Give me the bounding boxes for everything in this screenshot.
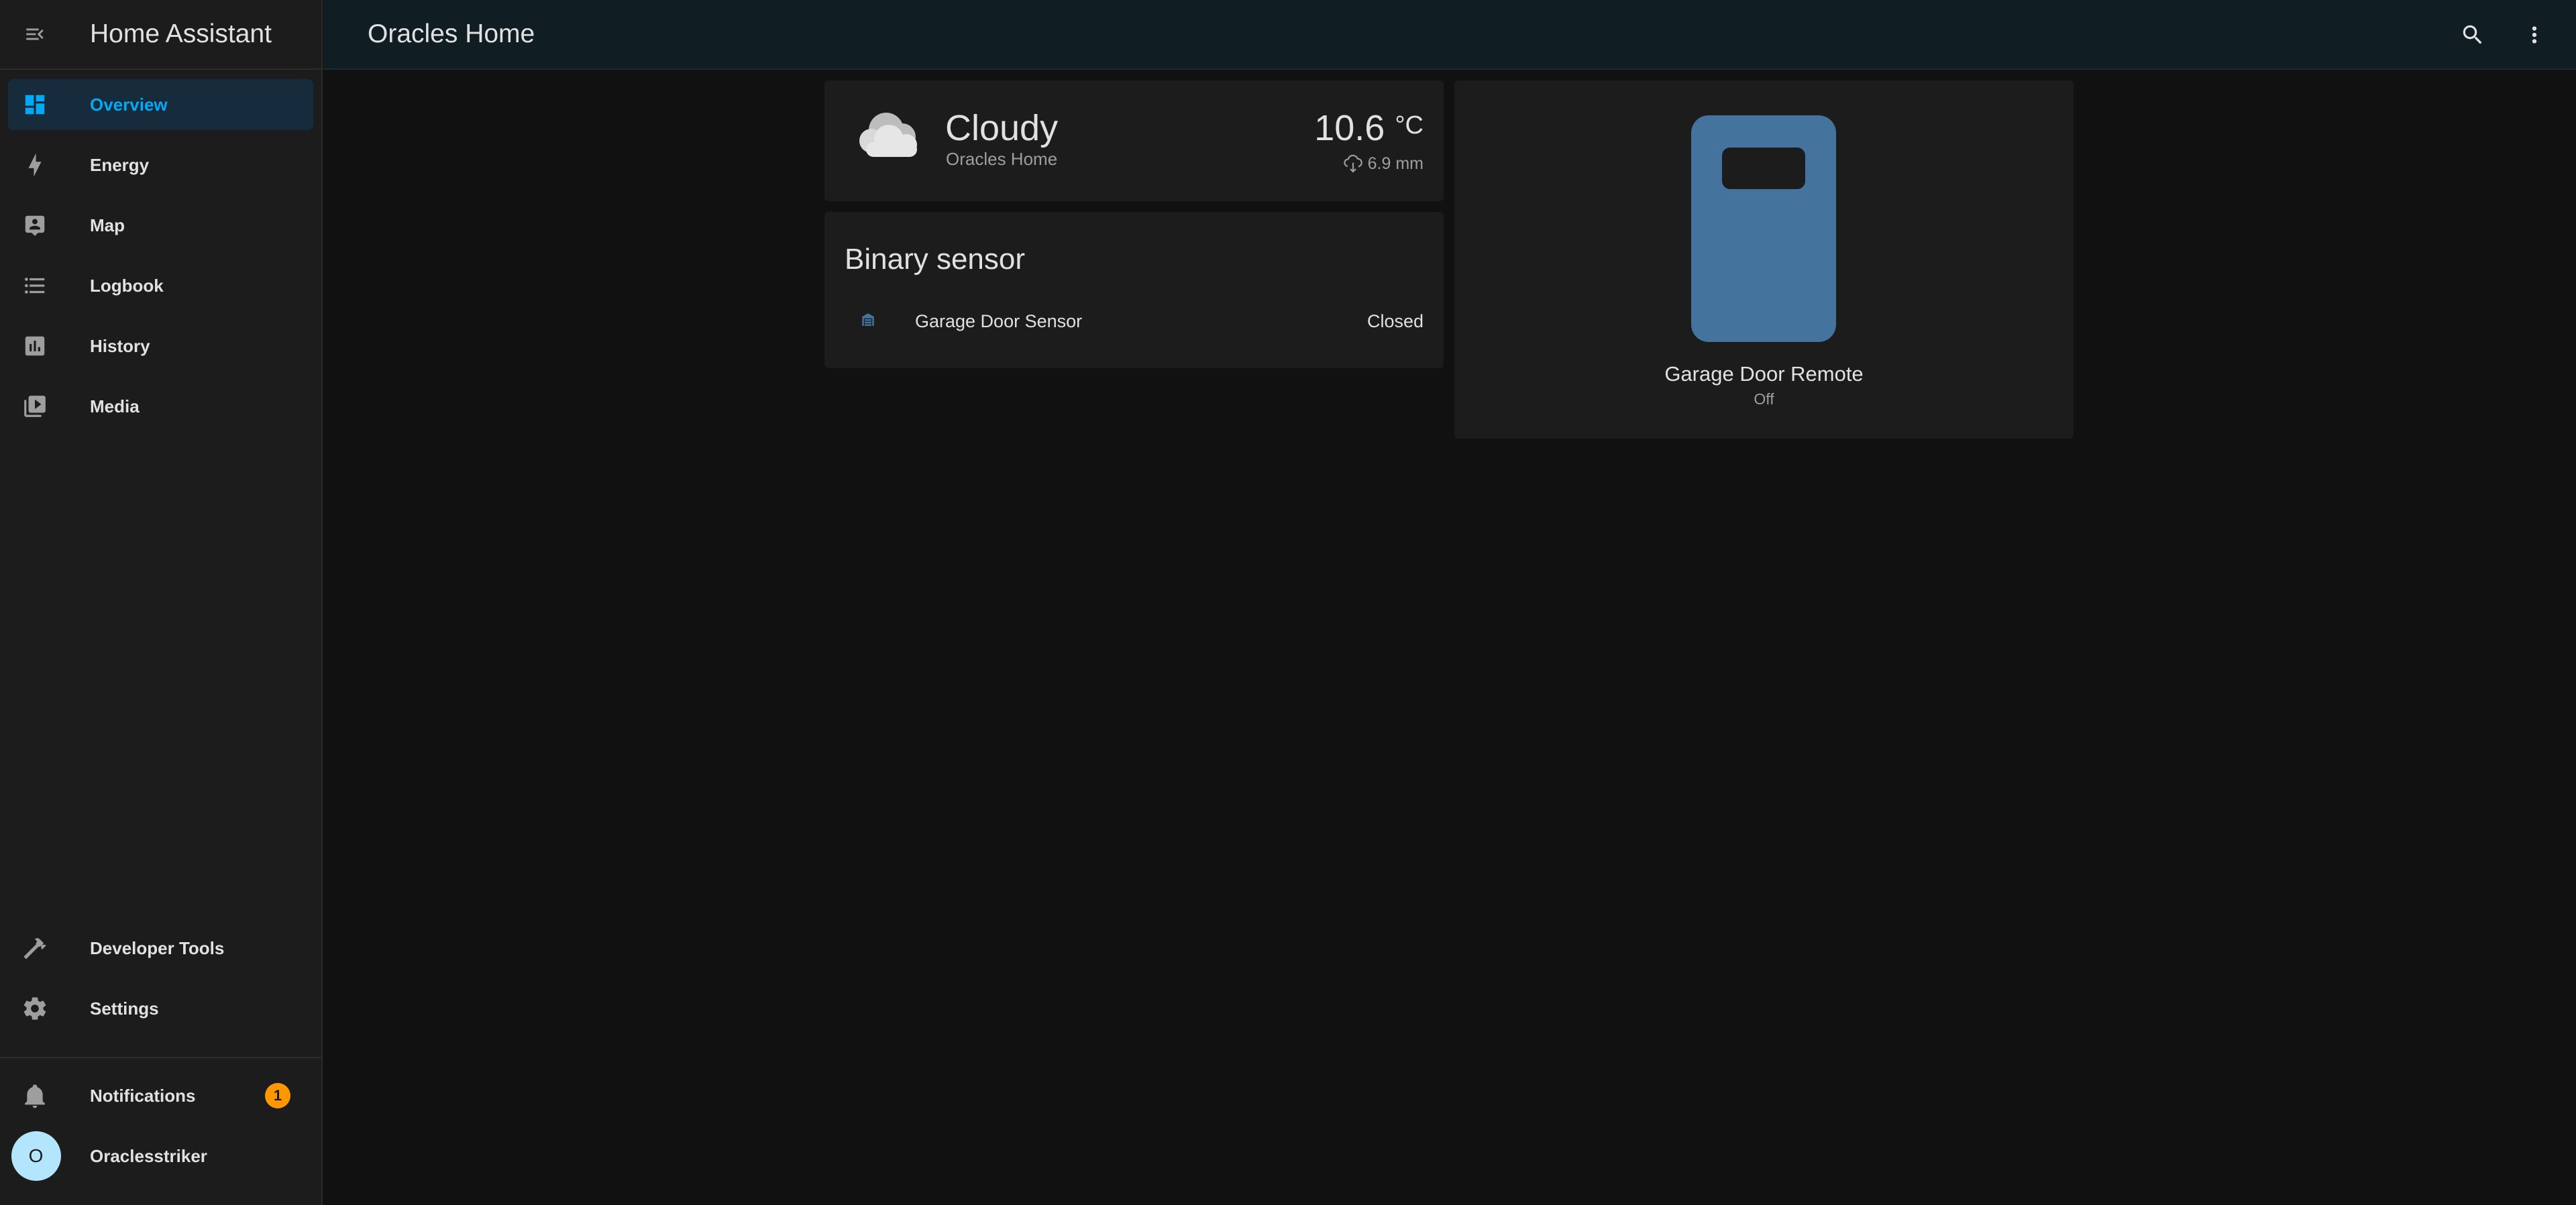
notification-count-badge: 1 <box>265 1083 290 1108</box>
precipitation-value: 6.9 mm <box>1367 154 1424 173</box>
sidebar-item-label: Overview <box>90 94 168 115</box>
remote-name: Garage Door Remote <box>1664 362 1864 386</box>
sidebar-item-label: Developer Tools <box>90 937 225 958</box>
sidebar-item-notifications[interactable]: Notifications 1 <box>8 1070 313 1121</box>
sidebar-item-settings[interactable]: Settings <box>8 983 313 1034</box>
sidebar-item-overview[interactable]: Overview <box>8 79 313 130</box>
sidebar-item-label: History <box>90 335 150 356</box>
sidebar-item-developer-tools[interactable]: Developer Tools <box>8 923 313 974</box>
weather-location: Oracles Home <box>946 149 1058 169</box>
sidebar-item-map[interactable]: Map <box>8 200 313 251</box>
temperature-unit: °C <box>1395 111 1424 139</box>
page-title: Oracles Home <box>368 19 535 48</box>
sidebar: Home Assistant Overview Energy Map Logbo… <box>0 0 323 1205</box>
weather-pouring-icon <box>1344 154 1362 173</box>
sidebar-bottom-nav: Developer Tools Settings <box>0 923 321 1043</box>
sidebar-nav: Overview Energy Map Logbook History Medi… <box>0 70 321 432</box>
cloudy-icon <box>851 107 925 164</box>
sidebar-item-label: Map <box>90 215 125 235</box>
toolbar-actions <box>2458 0 2549 70</box>
sidebar-item-logbook[interactable]: Logbook <box>8 260 313 311</box>
dots-vertical-icon <box>2532 26 2537 44</box>
dashboard-icon <box>8 92 62 117</box>
overflow-menu-button[interactable] <box>2520 20 2549 50</box>
map-account-icon <box>8 213 62 238</box>
user-name: Oraclesstriker <box>90 1145 207 1166</box>
hammer-icon <box>8 935 62 962</box>
binary-sensor-card: Binary sensor Garage Door Sensor Closed <box>824 212 1444 368</box>
sidebar-item-label: Notifications <box>90 1085 196 1106</box>
weather-temperature: 10.6 °C <box>1314 107 1424 149</box>
entity-state: Closed <box>1366 311 1424 331</box>
top-app-bar: Oracles Home <box>323 0 2576 70</box>
sidebar-item-profile[interactable]: O Oraclesstriker <box>8 1131 313 1182</box>
sidebar-footer: Notifications 1 O Oraclesstriker <box>0 1070 321 1191</box>
sidebar-divider <box>0 1057 321 1058</box>
sidebar-item-label: Settings <box>90 998 159 1019</box>
search-button[interactable] <box>2458 20 2487 50</box>
sidebar-item-energy[interactable]: Energy <box>8 139 313 190</box>
card-title: Binary sensor <box>845 243 1026 276</box>
search-icon <box>2463 25 2482 44</box>
sidebar-item-history[interactable]: History <box>8 321 313 371</box>
avatar: O <box>11 1131 61 1181</box>
weather-card[interactable]: Cloudy Oracles Home 10.6 °C 6.9 mm <box>824 80 1444 201</box>
lightning-bolt-icon <box>8 152 62 178</box>
sidebar-item-label: Energy <box>90 154 150 175</box>
sidebar-item-media[interactable]: Media <box>8 381 313 432</box>
chart-box-icon <box>8 333 62 359</box>
sidebar-item-label: Media <box>90 396 140 416</box>
bell-icon <box>8 1082 62 1109</box>
weather-condition: Cloudy <box>945 108 1059 148</box>
cog-icon <box>8 995 62 1022</box>
temperature-value: 10.6 <box>1314 108 1385 148</box>
sidebar-item-label: Logbook <box>90 275 164 296</box>
remote-button-card[interactable]: Garage Door Remote Off <box>1454 80 2074 439</box>
sidebar-header: Home Assistant <box>0 0 321 70</box>
entity-name[interactable]: Garage Door Sensor <box>915 311 1082 332</box>
format-list-bulleted-icon <box>8 273 62 298</box>
remote-state: Off <box>1754 390 1774 408</box>
weather-precipitation: 6.9 mm <box>1342 153 1424 174</box>
play-box-multiple-icon <box>8 394 62 419</box>
garage-icon[interactable] <box>858 309 878 333</box>
menu-toggle-button[interactable] <box>0 0 70 69</box>
menu-open-icon <box>26 28 44 40</box>
remote-icon <box>1691 115 1836 342</box>
remote-display <box>1722 148 1805 189</box>
app-title: Home Assistant <box>90 19 272 48</box>
